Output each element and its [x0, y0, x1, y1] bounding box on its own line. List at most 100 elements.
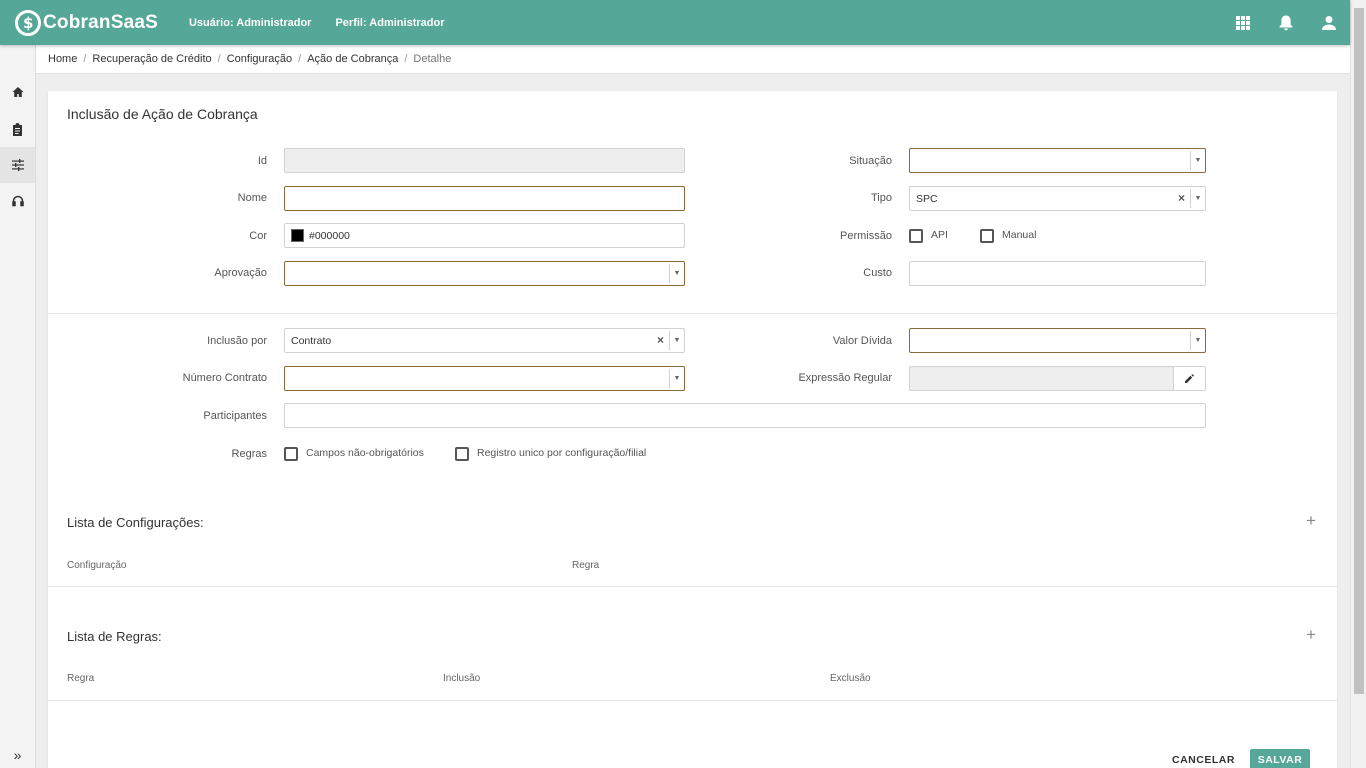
custo-field[interactable] — [909, 261, 1206, 286]
valor-divida-label: Valor Dívida — [832, 335, 892, 347]
clear-icon[interactable]: × — [657, 333, 664, 347]
participantes-field[interactable] — [284, 403, 1206, 428]
save-button[interactable]: SALVAR — [1250, 749, 1310, 768]
permissao-manual-label: Manual — [1002, 229, 1037, 241]
breadcrumb-acao-cobranca[interactable]: Ação de Cobrança — [307, 53, 398, 65]
table-divider — [48, 700, 1337, 701]
brand-logo[interactable]: CobranSaaS — [15, 0, 158, 45]
numero-contrato-label: Número Contrato — [182, 372, 267, 384]
id-label: Id — [257, 155, 267, 167]
col-regra: Regra — [572, 560, 600, 571]
chevron-down-icon[interactable]: ▼ — [1190, 151, 1205, 170]
top-bar: CobranSaaS Usuário: Administrador Perfil… — [0, 0, 1350, 45]
registro-unico-checkbox[interactable] — [455, 447, 469, 461]
clear-icon[interactable]: × — [1178, 191, 1185, 205]
permissao-manual-checkbox[interactable] — [980, 229, 994, 243]
perfil-label: Perfil: — [335, 16, 367, 29]
nome-label: Nome — [237, 192, 267, 204]
breadcrumb-home[interactable]: Home — [48, 53, 77, 65]
chevron-down-icon[interactable]: ▼ — [669, 369, 684, 388]
user-value: Administrador — [236, 16, 312, 29]
sidebar: » — [0, 45, 36, 768]
regras-label: Regras — [231, 448, 267, 460]
sidebar-item-clipboard[interactable] — [0, 111, 35, 147]
scrollbar-thumb[interactable] — [1354, 8, 1364, 694]
perfil-info: Perfil: Administrador — [335, 17, 444, 29]
expressao-regular-label: Expressão Regular — [798, 372, 892, 384]
sidebar-item-home[interactable] — [0, 74, 35, 110]
tipo-label: Tipo — [871, 192, 892, 204]
breadcrumb-separator: / — [298, 53, 302, 65]
custo-label: Custo — [863, 267, 892, 279]
add-configuracao-button[interactable]: + — [1306, 511, 1316, 531]
user-info: Usuário: Administrador — [189, 17, 311, 29]
chevron-down-icon[interactable]: ▼ — [669, 331, 684, 350]
chevron-down-icon[interactable]: ▼ — [1190, 331, 1205, 350]
apps-grid-icon[interactable] — [1221, 0, 1264, 45]
brand-name: CobranSaaS — [43, 11, 158, 33]
aprovacao-label: Aprovação — [214, 267, 267, 279]
aprovacao-select[interactable]: ▼ — [284, 261, 685, 286]
sidebar-expand-button[interactable]: » — [0, 741, 35, 768]
top-icons — [1221, 0, 1350, 45]
chevron-down-icon[interactable]: ▼ — [1190, 189, 1205, 208]
col-regra: Regra — [67, 673, 95, 684]
headset-icon — [11, 195, 24, 207]
user-label: Usuário: — [188, 16, 234, 29]
col-inclusao: Inclusão — [443, 673, 481, 684]
table-divider — [48, 586, 1337, 587]
add-regra-button[interactable]: + — [1306, 625, 1316, 645]
col-exclusao: Exclusão — [830, 673, 871, 684]
clipboard-icon — [13, 122, 22, 136]
inclusao-por-value: Contrato — [291, 334, 332, 347]
breadcrumb-separator: / — [404, 53, 408, 65]
situacao-label: Situação — [849, 155, 892, 167]
permissao-label: Permissão — [840, 230, 892, 242]
color-swatch[interactable] — [291, 229, 304, 242]
cor-label: Cor — [249, 230, 267, 242]
inclusao-por-label: Inclusão por — [207, 335, 267, 347]
campos-nao-obrigatorios-label: Campos não-obrigatórios — [306, 447, 424, 459]
logo-mark — [15, 9, 41, 36]
breadcrumb-detalhe: Detalhe — [413, 53, 452, 65]
form-card: Inclusão de Ação de Cobrança Id Nome Cor… — [48, 91, 1337, 768]
registro-unico-label: Registro unico por configuração/filial — [477, 447, 647, 459]
page-title: Inclusão de Ação de Cobrança — [67, 106, 258, 122]
perfil-value: Administrador — [369, 16, 445, 29]
breadcrumb: Home / Recuperação de Crédito / Configur… — [36, 45, 1350, 74]
bell-icon[interactable] — [1264, 0, 1307, 45]
page-scrollbar[interactable] — [1350, 0, 1366, 768]
breadcrumb-separator: / — [83, 53, 87, 65]
lista-configuracoes-title: Lista de Configurações: — [67, 515, 204, 530]
expressao-regular-field — [909, 366, 1206, 391]
nome-field[interactable] — [284, 186, 685, 211]
permissao-api-checkbox[interactable] — [909, 229, 923, 243]
tipo-value: SPC — [916, 192, 938, 205]
section-divider — [48, 313, 1337, 314]
cor-field[interactable]: #000000 — [284, 223, 685, 248]
tipo-select[interactable]: SPC × ▼ — [909, 186, 1206, 211]
pencil-icon — [1185, 374, 1194, 383]
lista-regras-title: Lista de Regras: — [67, 629, 162, 644]
breadcrumb-configuracao[interactable]: Configuração — [227, 53, 292, 65]
id-field — [284, 148, 685, 173]
numero-contrato-select[interactable]: ▼ — [284, 366, 685, 391]
breadcrumb-recuperacao[interactable]: Recuperação de Crédito — [92, 53, 211, 65]
breadcrumb-separator: / — [217, 53, 221, 65]
cancel-button[interactable]: CANCELAR — [1172, 749, 1235, 768]
cor-value: #000000 — [309, 229, 350, 242]
user-icon[interactable] — [1307, 0, 1350, 45]
inclusao-por-select[interactable]: Contrato × ▼ — [284, 328, 685, 353]
edit-expression-button[interactable] — [1173, 367, 1205, 390]
home-icon — [12, 87, 23, 97]
permissao-api-label: API — [931, 229, 948, 241]
sliders-icon — [11, 159, 24, 171]
situacao-select[interactable]: ▼ — [909, 148, 1206, 173]
col-configuracao: Configuração — [67, 560, 127, 571]
sidebar-item-settings[interactable] — [0, 147, 35, 183]
sidebar-item-support[interactable] — [0, 183, 35, 219]
participantes-label: Participantes — [203, 410, 267, 422]
chevron-down-icon[interactable]: ▼ — [669, 264, 684, 283]
campos-nao-obrigatorios-checkbox[interactable] — [284, 447, 298, 461]
valor-divida-select[interactable]: ▼ — [909, 328, 1206, 353]
